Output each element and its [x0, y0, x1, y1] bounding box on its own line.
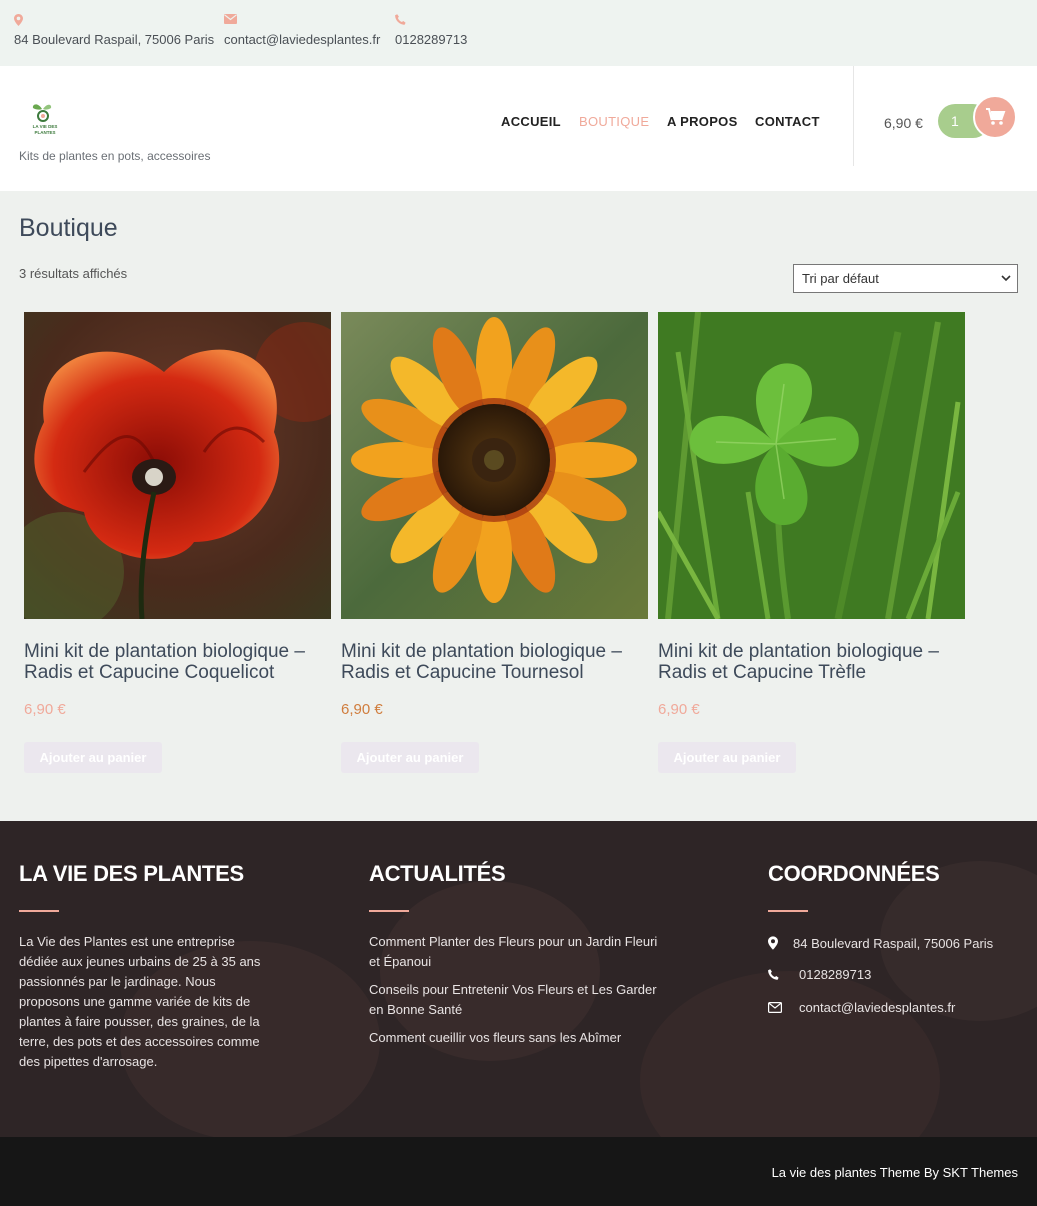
footer-bg-shape: [640, 971, 940, 1137]
footer-news-link[interactable]: Conseils pour Entretenir Vos Fleurs et L…: [369, 980, 659, 1020]
site-tagline: Kits de plantes en pots, accessoires: [19, 149, 211, 163]
nav-accueil[interactable]: ACCUEIL: [501, 114, 561, 129]
product-title[interactable]: Mini kit de plantation biologique – Radi…: [658, 641, 968, 683]
add-to-cart-button[interactable]: Ajouter au panier: [341, 742, 479, 773]
add-to-cart-button[interactable]: Ajouter au panier: [24, 742, 162, 773]
sort-select[interactable]: Tri par défaut: [793, 264, 1018, 293]
topbar-address-text: 84 Boulevard Raspail, 75006 Paris: [14, 32, 215, 47]
add-to-cart-button[interactable]: Ajouter au panier: [658, 742, 796, 773]
cart-total[interactable]: 6,90 €: [884, 115, 923, 131]
footer-email-link[interactable]: contact@laviedesplantes.fr: [799, 1000, 955, 1015]
product-card: Mini kit de plantation biologique – Radi…: [658, 312, 966, 773]
phone-icon: [768, 969, 779, 980]
site-footer: LA VIE DES PLANTES La Vie des Plantes es…: [0, 821, 1037, 1137]
site-header: LA VIE DES PLANTES Kits de plantes en po…: [0, 66, 1037, 191]
topbar-address: 84 Boulevard Raspail, 75006 Paris: [14, 14, 214, 47]
footer-news-title: ACTUALITÉS: [369, 861, 506, 886]
footer-divider: [369, 910, 409, 912]
footer-about-text: La Vie des Plantes est une entreprise dé…: [19, 934, 261, 1069]
top-bar: 84 Boulevard Raspail, 75006 Paris contac…: [0, 0, 1037, 66]
result-count: 3 résultats affichés: [19, 266, 128, 281]
svg-text:PLANTES: PLANTES: [34, 130, 55, 135]
product-card: Mini kit de plantation biologique – Radi…: [24, 312, 332, 773]
footer-news-link[interactable]: Comment Planter des Fleurs pour un Jardi…: [369, 932, 659, 972]
cart-count[interactable]: 1: [951, 113, 959, 129]
topbar-email-link[interactable]: contact@laviedesplantes.fr: [224, 32, 380, 47]
product-price: 6,90 €: [24, 701, 66, 718]
nav-boutique[interactable]: BOUTIQUE: [579, 114, 649, 129]
footer-contact-title: COORDONNÉES: [768, 861, 940, 886]
product-price: 6,90 €: [341, 701, 383, 718]
footer-news-link[interactable]: Comment cueillir vos fleurs sans les Abî…: [369, 1028, 659, 1048]
product-image[interactable]: [341, 312, 648, 619]
topbar-phone-text[interactable]: 0128289713: [395, 32, 467, 47]
map-pin-icon: [14, 14, 214, 28]
footer-phone-text[interactable]: 0128289713: [799, 967, 871, 982]
footer-divider: [19, 910, 59, 912]
product-title[interactable]: Mini kit de plantation biologique – Radi…: [341, 641, 651, 683]
header-divider: [853, 66, 854, 166]
phone-icon: [395, 14, 467, 28]
nav-contact[interactable]: CONTACT: [755, 114, 820, 129]
site-logo[interactable]: LA VIE DES PLANTES: [28, 100, 62, 136]
topbar-phone[interactable]: 0128289713: [395, 14, 467, 47]
map-pin-icon: [768, 936, 778, 950]
svg-text:LA VIE DES: LA VIE DES: [33, 124, 58, 129]
cart-icon: [986, 108, 1006, 125]
product-card: Mini kit de plantation biologique – Radi…: [341, 312, 649, 773]
cart-button[interactable]: [973, 95, 1017, 139]
theme-credit[interactable]: La vie des plantes Theme By SKT Themes: [772, 1165, 1018, 1180]
product-price: 6,90 €: [658, 701, 700, 718]
bottom-bar: La vie des plantes Theme By SKT Themes: [0, 1137, 1037, 1206]
page-title: Boutique: [19, 214, 118, 242]
footer-address-text: 84 Boulevard Raspail, 75006 Paris: [793, 936, 994, 951]
envelope-icon: [224, 14, 380, 28]
envelope-icon: [768, 1002, 782, 1013]
topbar-email[interactable]: contact@laviedesplantes.fr: [224, 14, 380, 47]
chevron-down-icon: [1001, 275, 1011, 282]
product-image[interactable]: [658, 312, 965, 619]
footer-about-title: LA VIE DES PLANTES: [19, 861, 244, 886]
footer-divider: [768, 910, 808, 912]
nav-a-propos[interactable]: A PROPOS: [667, 114, 738, 129]
product-image[interactable]: [24, 312, 331, 619]
sort-select-value: Tri par défaut: [802, 271, 879, 286]
product-title[interactable]: Mini kit de plantation biologique – Radi…: [24, 641, 334, 683]
